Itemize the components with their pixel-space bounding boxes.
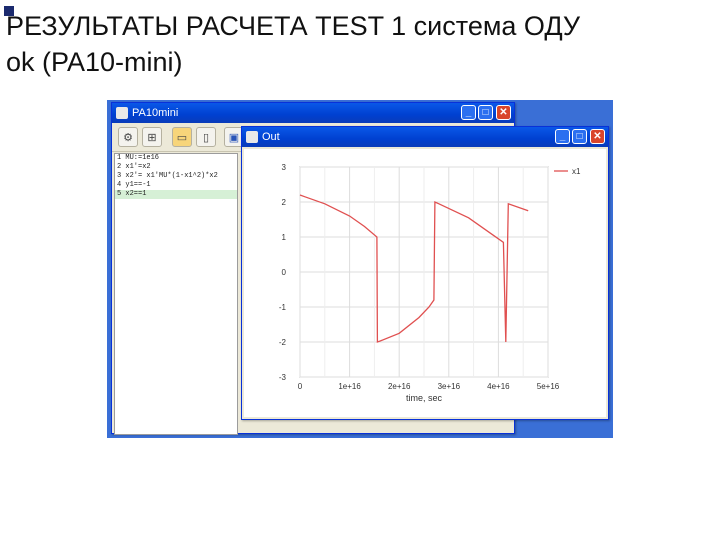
editor-line[interactable]: 1 MU:=1e16: [115, 154, 237, 163]
new-file-icon[interactable]: ▯: [196, 127, 216, 147]
gear-icon[interactable]: ⚙: [118, 127, 138, 147]
y-tick-label: 1: [282, 233, 287, 242]
minimize-button[interactable]: _: [461, 105, 476, 120]
open-folder-icon[interactable]: ▭: [172, 127, 192, 147]
slide-title-line-1: РЕЗУЛЬТАТЫ РАСЧЕТА TEST 1 система ОДУ: [6, 11, 581, 41]
plot-window: Out _ □ ✕ 0 1e+16 2e+16 3e+16 4e+16 5e+16 3 2 1 0…: [241, 126, 609, 420]
x-tick-label: 4e+16: [487, 382, 510, 391]
app-screenshot: PA10mini _ □ ✕ ⚙ ⊞ ▭ ▯ ▣ 1 MU:=1e16 2 x1…: [107, 100, 613, 438]
y-tick-label: 3: [282, 163, 287, 172]
slide-title-line-2: ok (PA10-mini): [6, 47, 183, 77]
x-tick-label: 2e+16: [388, 382, 411, 391]
editor-line[interactable]: 3 x2'= x1'MU*(1-x1^2)*x2: [115, 172, 237, 181]
close-button[interactable]: ✕: [590, 129, 605, 144]
y-tick-label: -1: [279, 303, 287, 312]
plot-window-title: Out: [262, 131, 280, 143]
x-tick-label: 3e+16: [438, 382, 461, 391]
editor-line-selected[interactable]: 5 x2==1: [115, 190, 237, 199]
equation-editor[interactable]: 1 MU:=1e16 2 x1'=x2 3 x2'= x1'MU*(1-x1^2…: [114, 153, 238, 435]
editor-line[interactable]: 4 y1==-1: [115, 181, 237, 190]
y-tick-label: 2: [282, 198, 287, 207]
y-tick-label: -2: [279, 338, 287, 347]
y-tick-label: -3: [279, 373, 287, 382]
maximize-button[interactable]: □: [478, 105, 493, 120]
editor-line[interactable]: 2 x1'=x2: [115, 163, 237, 172]
legend-label: x1: [572, 167, 581, 176]
slide-title: РЕЗУЛЬТАТЫ РАСЧЕТА TEST 1 система ОДУ ok…: [6, 8, 580, 80]
x-axis-label: time, sec: [406, 393, 443, 403]
plot-area[interactable]: 0 1e+16 2e+16 3e+16 4e+16 5e+16 3 2 1 0 -1 -2 -3 time…: [244, 149, 606, 417]
x-tick-label: 5e+16: [537, 382, 560, 391]
maximize-button[interactable]: □: [572, 129, 587, 144]
minimize-button[interactable]: _: [555, 129, 570, 144]
hierarchy-icon[interactable]: ⊞: [142, 127, 162, 147]
main-window-titlebar[interactable]: PA10mini _ □ ✕: [112, 103, 514, 123]
close-button[interactable]: ✕: [496, 105, 511, 120]
main-window-title: PA10mini: [132, 107, 179, 119]
app-icon: [246, 131, 258, 143]
line-chart: 0 1e+16 2e+16 3e+16 4e+16 5e+16 3 2 1 0 -1 -2 -3 time…: [279, 163, 581, 403]
x-tick-label: 1e+16: [338, 382, 361, 391]
x-tick-label: 0: [298, 382, 303, 391]
app-icon: [116, 107, 128, 119]
y-tick-label: 0: [282, 268, 287, 277]
plot-window-titlebar[interactable]: Out _ □ ✕: [242, 127, 608, 147]
